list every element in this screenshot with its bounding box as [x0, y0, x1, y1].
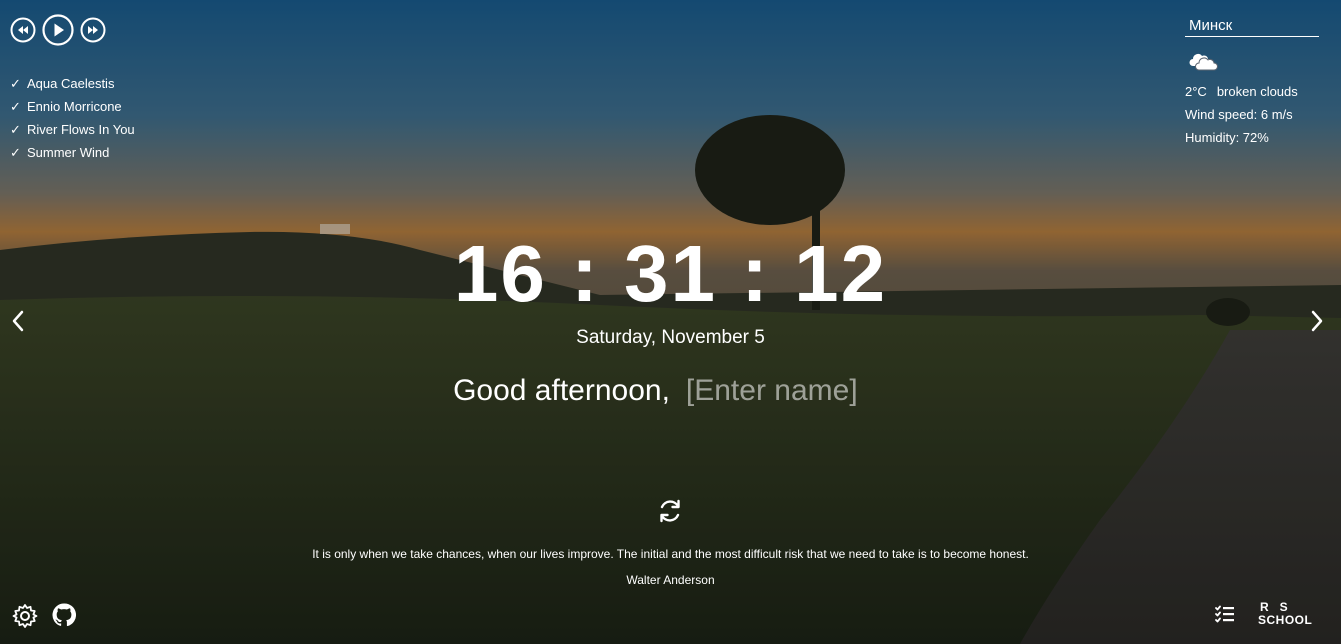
- weather-widget: 2°C broken clouds Wind speed: 6 m/s Humi…: [1185, 14, 1321, 149]
- checklist-icon: [1215, 605, 1234, 623]
- playlist-item[interactable]: ✓ Aqua Caelestis: [10, 72, 135, 95]
- check-icon: ✓: [10, 75, 21, 91]
- clock-date: Saturday, November 5: [576, 327, 765, 348]
- wind-speed: Wind speed: 6 m/s: [1185, 107, 1293, 122]
- clock-time: 16 : 31 : 12: [453, 229, 888, 318]
- playlist-item[interactable]: ✓ Ennio Morricone: [10, 95, 135, 118]
- greeting-text: Good afternoon,: [453, 374, 670, 407]
- play-icon: [42, 14, 74, 46]
- check-icon: ✓: [10, 144, 21, 160]
- weather-icon-wrap: [1185, 49, 1321, 73]
- player-controls: [10, 14, 135, 46]
- rs-logo-bottom: SCHOOL: [1258, 613, 1313, 627]
- quote-author: Walter Anderson: [626, 573, 715, 587]
- weather-description: broken clouds: [1216, 84, 1298, 99]
- temperature: 2°C: [1185, 84, 1207, 99]
- rewind-icon: [10, 17, 36, 43]
- audio-player: ✓ Aqua Caelestis ✓ Ennio Morricone ✓ Riv…: [10, 14, 135, 164]
- check-icon: ✓: [10, 121, 21, 137]
- name-input[interactable]: [683, 373, 888, 409]
- greeting-container: Good afternoon,: [0, 373, 1341, 409]
- rs-school-logo[interactable]: RS SCHOOL: [1258, 601, 1320, 627]
- track-title: River Flows In You: [27, 122, 135, 137]
- playlist: ✓ Aqua Caelestis ✓ Ennio Morricone ✓ Riv…: [10, 72, 135, 164]
- track-title: Summer Wind: [27, 145, 110, 160]
- track-title: Ennio Morricone: [27, 99, 122, 114]
- track-title: Aqua Caelestis: [27, 76, 115, 91]
- rewind-button[interactable]: [10, 17, 36, 43]
- city-input[interactable]: [1185, 14, 1319, 37]
- github-link[interactable]: [52, 603, 77, 627]
- check-icon: ✓: [10, 98, 21, 114]
- settings-button[interactable]: [12, 603, 38, 629]
- humidity: Humidity: 72%: [1185, 130, 1269, 145]
- change-quote-button[interactable]: [656, 497, 684, 525]
- app-root: ✓ Aqua Caelestis ✓ Ennio Morricone ✓ Riv…: [0, 0, 1341, 644]
- refresh-icon: [660, 499, 680, 523]
- fast-forward-button[interactable]: [80, 17, 106, 43]
- fast-forward-icon: [80, 17, 106, 43]
- todo-button[interactable]: [1215, 605, 1235, 623]
- playlist-item[interactable]: ✓ River Flows In You: [10, 118, 135, 141]
- gear-icon: [12, 604, 38, 628]
- playlist-item[interactable]: ✓ Summer Wind: [10, 141, 135, 164]
- github-icon: [52, 603, 77, 627]
- quote-text: It is only when we take chances, when ou…: [312, 547, 1029, 561]
- weather-temp-row: 2°C broken clouds: [1185, 80, 1321, 103]
- play-button[interactable]: [42, 14, 74, 46]
- cloudy-icon: [1189, 54, 1218, 71]
